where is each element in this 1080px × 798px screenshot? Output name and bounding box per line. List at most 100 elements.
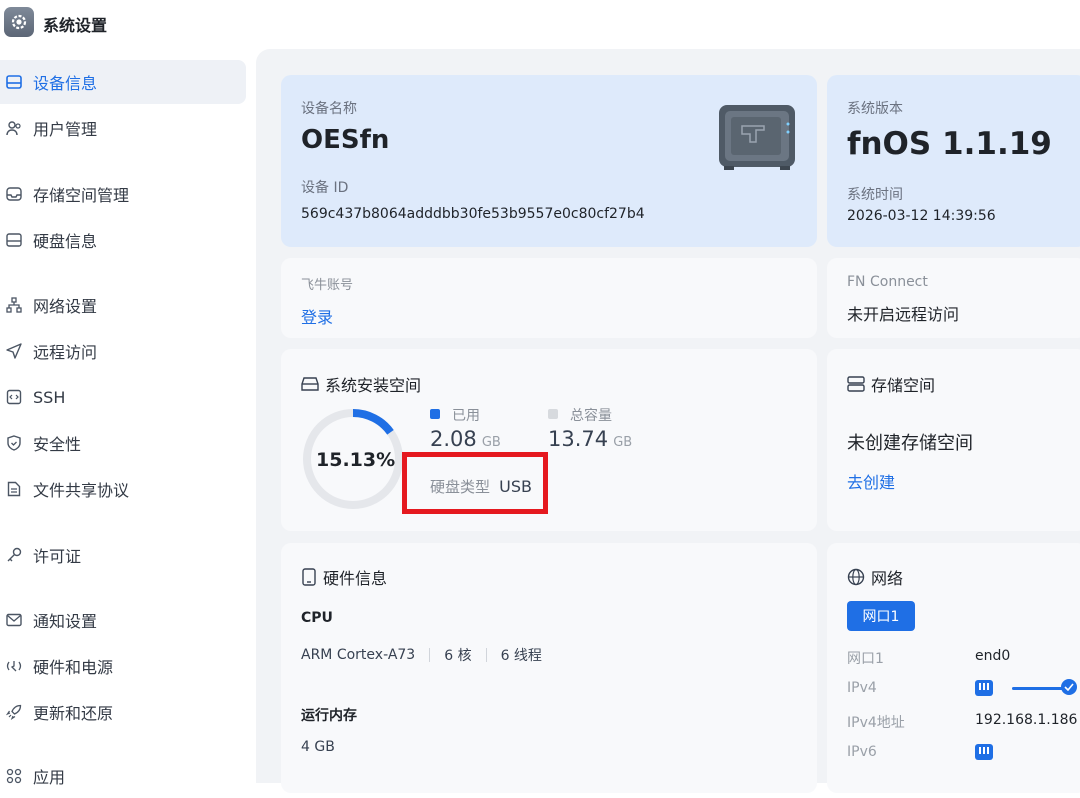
network-title-text: 网络: [871, 569, 904, 588]
file-icon: [5, 480, 23, 498]
title-bar: 系统设置: [0, 0, 1080, 46]
sidebar-item-label: 更新和还原: [33, 704, 114, 723]
sidebar-item-label: 网络设置: [33, 297, 98, 316]
sidebar-item-ssh[interactable]: SSH: [0, 375, 246, 419]
used-value: 2.08: [430, 427, 477, 451]
sidebar-item-remote[interactable]: 远程访问: [0, 329, 246, 373]
shield-icon: [5, 434, 23, 452]
sidebar-item-network[interactable]: 网络设置: [0, 283, 246, 327]
ethernet-icon: [975, 744, 993, 760]
storage-card: 存储空间 未创建存储空间 去创建: [827, 349, 1080, 531]
power-icon: [5, 657, 23, 675]
sidebar-item-license[interactable]: 许可证: [0, 533, 246, 577]
port-value: end0: [975, 648, 1011, 664]
memory-value: 4 GB: [301, 739, 335, 755]
total-value: 13.74: [548, 427, 609, 451]
memory-label: 运行内存: [301, 708, 357, 724]
ipv4-slider-fill: [1012, 687, 1064, 690]
sidebar-item-apps[interactable]: 应用: [0, 754, 246, 798]
sidebar-item-disk[interactable]: 硬盘信息: [0, 218, 246, 262]
system-time: 2026-03-12 14:39:56: [847, 208, 996, 224]
sidebar-item-label: 硬件和电源: [33, 658, 114, 677]
sidebar-item-file-sharing[interactable]: 文件共享协议: [0, 467, 246, 511]
port-label: 网口1: [847, 651, 884, 667]
sidebar-item-power[interactable]: 硬件和电源: [0, 644, 246, 688]
disk-type-value: USB: [499, 477, 532, 496]
sidebar-item-label: 存储空间管理: [33, 186, 130, 205]
login-link[interactable]: 登录: [301, 304, 333, 328]
storage-title: 存储空间: [847, 372, 935, 396]
network-icon: [5, 296, 23, 314]
account-label: 飞牛账号: [301, 278, 354, 293]
nas-device-icon: [718, 104, 796, 174]
total-legend-swatch: [548, 409, 558, 419]
system-time-label: 系统时间: [847, 187, 903, 203]
system-card: 系统版本 fnOS 1.1.19 系统时间 2026-03-12 14:39:5…: [827, 75, 1080, 247]
cpu-cores: 6 核: [444, 648, 472, 664]
terminal-icon: [5, 388, 23, 406]
tab-port-1[interactable]: 网口1: [847, 601, 915, 631]
cpu-model: ARM Cortex-A73: [301, 647, 416, 663]
sidebar-item-update[interactable]: 更新和还原: [0, 690, 246, 734]
network-card: 网络 网口1 网口1 end0 IPv4 IPv4地址 192.168.1.18…: [827, 543, 1080, 793]
sidebar-item-label: 硬盘信息: [33, 232, 98, 251]
device-name-label: 设备名称: [301, 101, 357, 117]
sidebar: 设备信息 用户管理 存储空间管理 硬盘信息 网络设置 远程访问 SSH 安全性 …: [0, 46, 256, 787]
sidebar-item-notifications[interactable]: 通知设置: [0, 598, 246, 642]
storage-status: 未创建存储空间: [847, 433, 973, 454]
system-version: fnOS 1.1.19: [847, 126, 1052, 162]
sidebar-item-label: 安全性: [33, 435, 82, 454]
ethernet-icon: [975, 680, 993, 696]
total-amount: 13.74 GB: [548, 427, 632, 451]
storage-icon: [5, 185, 23, 203]
divider: [429, 648, 431, 662]
install-space-title-text: 系统安装空间: [325, 376, 422, 395]
drive-icon: [5, 73, 23, 91]
ipv6-label: IPv6: [847, 744, 877, 760]
key-icon: [5, 546, 23, 564]
ipv4-address-value: 192.168.1.186: [975, 712, 1078, 728]
disk-icon: [5, 231, 23, 249]
drive-icon: [301, 377, 319, 391]
sidebar-item-label: SSH: [33, 387, 66, 407]
network-title: 网络: [847, 565, 903, 589]
sidebar-item-label: 应用: [33, 768, 66, 787]
usage-percent: 15.13%: [316, 449, 396, 471]
fn-connect-card: FN Connect 未开启远程访问: [827, 258, 1080, 338]
hardware-title-text: 硬件信息: [323, 569, 388, 588]
cpu-threads: 6 线程: [500, 648, 542, 664]
sidebar-item-label: 远程访问: [33, 343, 98, 362]
disk-type: 硬盘类型 USB: [430, 476, 532, 497]
disk-type-label: 硬盘类型: [430, 478, 491, 496]
device-name: OESfn: [301, 125, 390, 155]
rocket-icon: [5, 703, 23, 721]
cpu-label: CPU: [301, 610, 333, 626]
send-icon: [5, 342, 23, 360]
fn-connect-label: FN Connect: [847, 274, 928, 290]
cpu-info: ARM Cortex-A73 6 核 6 线程: [301, 645, 542, 665]
sidebar-item-storage[interactable]: 存储空间管理: [0, 172, 246, 216]
system-version-label: 系统版本: [847, 101, 903, 117]
divider: [485, 648, 487, 662]
sidebar-item-security[interactable]: 安全性: [0, 421, 246, 465]
window-title: 系统设置: [43, 16, 108, 35]
device-id: 569c437b8064adddbb30fe53b9557e0c80cf27b4: [301, 206, 645, 222]
storage-icon: [847, 376, 865, 392]
install-space-card: 系统安装空间 15.13% 已用 2.08 GB 总容量 13.74 GB 硬盘…: [281, 349, 817, 531]
ipv4-address-label: IPv4地址: [847, 715, 905, 731]
used-label: 已用: [452, 408, 480, 424]
hardware-title: 硬件信息: [301, 565, 387, 589]
gear-icon: [4, 7, 34, 37]
used-legend-swatch: [430, 409, 440, 419]
device-icon: [302, 568, 316, 586]
device-id-label: 设备 ID: [301, 180, 349, 196]
create-storage-link[interactable]: 去创建: [847, 469, 895, 493]
sidebar-item-device-info[interactable]: 设备信息: [0, 60, 246, 104]
globe-icon: [847, 568, 865, 586]
check-icon[interactable]: [1061, 679, 1077, 695]
ipv4-slider-track[interactable]: [1012, 687, 1064, 690]
sidebar-item-users[interactable]: 用户管理: [0, 106, 246, 150]
total-unit: GB: [613, 435, 633, 450]
used-unit: GB: [481, 435, 501, 450]
total-label: 总容量: [570, 408, 612, 424]
